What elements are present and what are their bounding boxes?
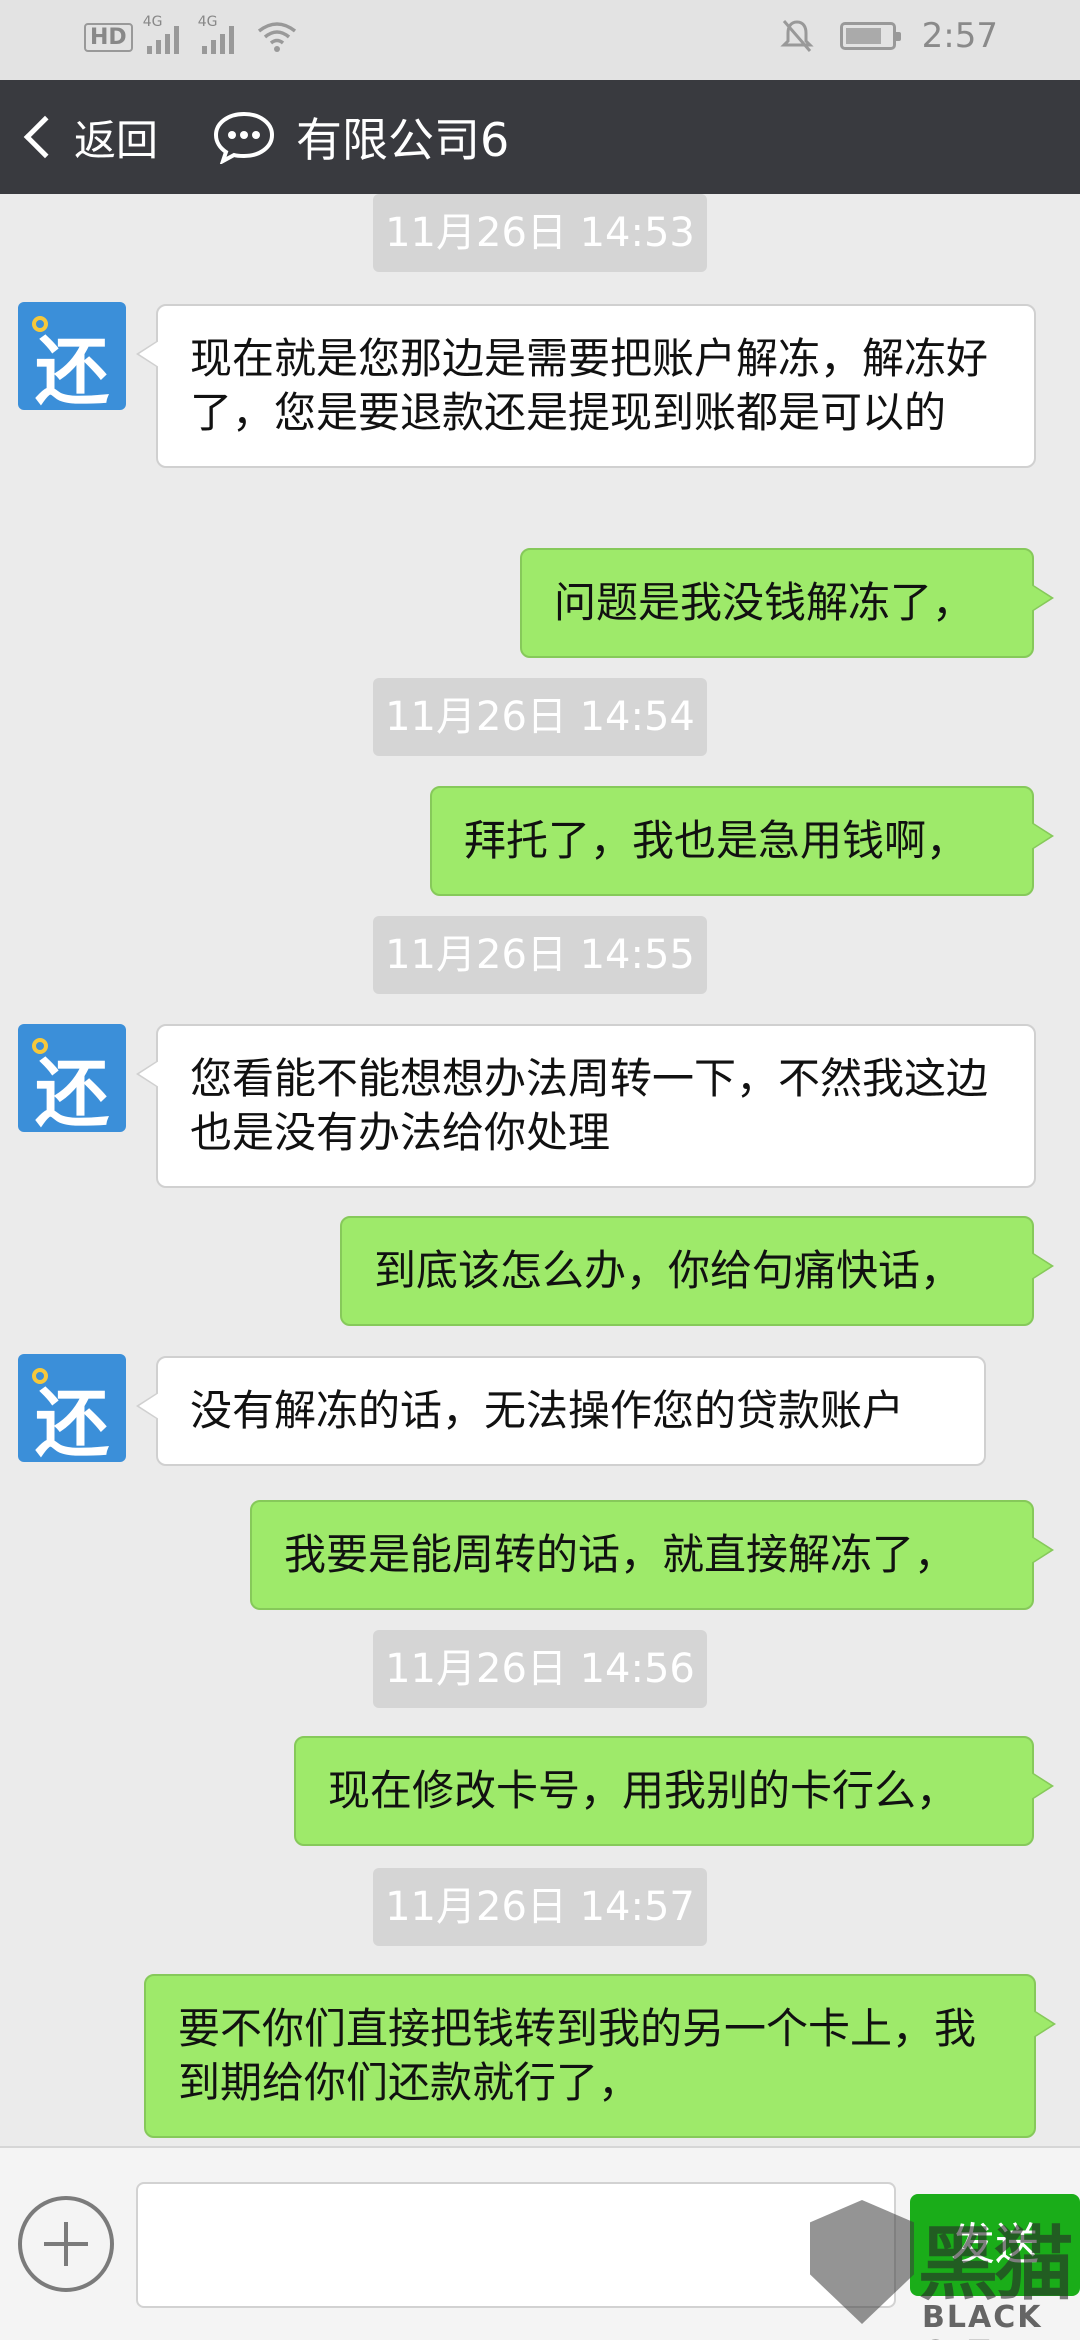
clock: 2:57 xyxy=(921,16,998,56)
signal-icon: 4G xyxy=(143,14,188,54)
status-right: 2:57 xyxy=(780,16,998,56)
wifi-icon xyxy=(257,22,296,52)
network-type-label: 4G xyxy=(197,14,218,30)
chat-title: 有限公司6 xyxy=(296,113,510,167)
timestamp-chip: 11月26日 14:57 xyxy=(373,1868,707,1946)
avatar[interactable]: 还 xyxy=(18,302,126,410)
network-type-label: 4G xyxy=(142,14,163,30)
message-bubble-received[interactable]: 现在就是您那边是需要把账户解冻，解冻好了，您是要退款还是提现到账都是可以的 xyxy=(136,304,1036,468)
message-bubble-sent[interactable]: 拜托了，我也是急用钱啊， xyxy=(430,786,1054,896)
battery-icon xyxy=(839,22,901,50)
chat-header: 返回 有限公司6 xyxy=(0,80,1080,194)
timestamp-chip: 11月26日 14:56 xyxy=(373,1630,707,1708)
back-label: 返回 xyxy=(74,115,159,165)
hd-icon: HD xyxy=(84,22,133,52)
plus-circle-icon[interactable] xyxy=(18,2196,114,2292)
timestamp-chip: 11月26日 14:53 xyxy=(373,194,707,272)
message-bubble-sent[interactable]: 现在修改卡号，用我别的卡行么， xyxy=(294,1736,1054,1846)
message-bubble-received[interactable]: 您看能不能想想办法周转一下，不然我这边也是没有办法给你处理 xyxy=(136,1024,1036,1188)
chat-bubble-icon xyxy=(213,111,275,164)
chevron-left-icon xyxy=(23,115,67,159)
message-input[interactable] xyxy=(136,2182,896,2308)
timestamp-chip: 11月26日 14:55 xyxy=(373,916,707,994)
message-bubble-sent[interactable]: 问题是我没钱解冻了， xyxy=(520,548,1054,658)
message-bubble-sent[interactable]: 我要是能周转的话，就直接解冻了， xyxy=(250,1500,1054,1610)
avatar[interactable]: 还 xyxy=(18,1024,126,1132)
back-button[interactable]: 返回 xyxy=(14,80,158,194)
message-bubble-sent[interactable]: 到底该怎么办，你给句痛快话， xyxy=(340,1216,1054,1326)
status-left: HD 4G 4G xyxy=(84,14,297,54)
timestamp-chip: 11月26日 14:54 xyxy=(373,678,707,756)
message-bubble-received[interactable]: 没有解冻的话，无法操作您的贷款账户 xyxy=(136,1356,986,1466)
chat-title-area: 有限公司6 xyxy=(212,80,509,194)
mute-bell-icon xyxy=(780,20,814,52)
avatar[interactable]: 还 xyxy=(18,1354,126,1462)
send-button[interactable]: 发送 xyxy=(910,2194,1080,2296)
status-bar: HD 4G 4G 2:57 xyxy=(0,0,1080,80)
message-bubble-sent[interactable]: 要不你们直接把钱转到我的另一个卡上，我到期给你们还款就行了， xyxy=(144,1974,1056,2138)
input-bar: 发送 xyxy=(0,2146,1080,2340)
message-list[interactable]: 11月26日 14:53 还 现在就是您那边是需要把账户解冻，解冻好了，您是要退… xyxy=(0,194,1080,2146)
signal-icon: 4G xyxy=(198,14,243,54)
